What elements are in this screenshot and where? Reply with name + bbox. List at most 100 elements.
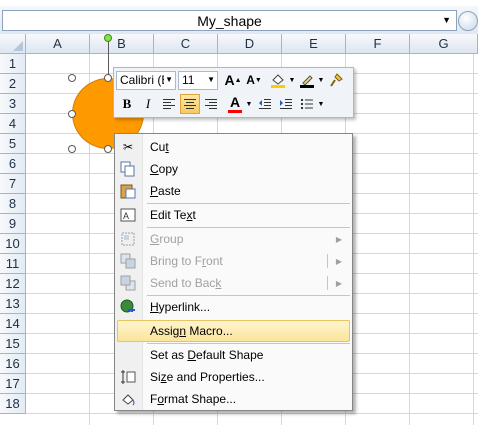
bullets-dropdown-icon[interactable]: ▼: [317, 101, 325, 108]
resize-handle-left[interactable]: [68, 110, 76, 118]
column-header-c[interactable]: C: [154, 34, 218, 54]
menu-item-cut[interactable]: ✂ Cut: [117, 136, 350, 158]
decrease-indent-icon: [259, 99, 271, 109]
row-header-1[interactable]: 1: [0, 54, 26, 74]
row-header-12[interactable]: 12: [0, 274, 26, 294]
row-header-4[interactable]: 4: [0, 114, 26, 134]
column-header-b[interactable]: B: [90, 34, 154, 54]
hyperlink-icon: [120, 299, 136, 315]
increase-indent-button[interactable]: [276, 94, 296, 114]
name-box[interactable]: My_shape ▼: [2, 10, 457, 31]
mini-toolbar: Calibri (E ▼ 11 ▼ A▲ A▼ ▼ ▼ B I: [113, 67, 354, 118]
fill-color-dropdown-icon[interactable]: ▼: [288, 77, 296, 84]
resize-handle-top-left[interactable]: [68, 74, 76, 82]
menu-item-copy[interactable]: Copy: [117, 158, 350, 180]
row-header-17[interactable]: 17: [0, 374, 26, 394]
row-header-10[interactable]: 10: [0, 234, 26, 254]
font-color-icon: A: [229, 94, 241, 110]
name-box-dropdown-icon[interactable]: ▼: [442, 15, 451, 25]
row-header-13[interactable]: 13: [0, 294, 26, 314]
chevron-down-icon[interactable]: ▼: [207, 75, 215, 84]
menu-item-paste[interactable]: Paste: [117, 180, 350, 202]
row-header-15[interactable]: 15: [0, 334, 26, 354]
align-right-button[interactable]: [201, 94, 221, 114]
row-header-18[interactable]: 18: [0, 394, 26, 414]
align-left-icon: [163, 99, 175, 109]
column-header-e[interactable]: E: [282, 34, 346, 54]
line-color-button[interactable]: [297, 70, 317, 90]
row-header-2[interactable]: 2: [0, 74, 26, 94]
increase-indent-icon: [280, 99, 292, 109]
format-shape-icon: [120, 391, 136, 407]
bullets-icon: [301, 99, 313, 109]
row-header-3[interactable]: 3: [0, 94, 26, 114]
align-center-icon: [184, 99, 196, 109]
rotation-connector: [108, 38, 109, 78]
edit-text-icon: A: [120, 207, 136, 223]
select-all-corner[interactable]: [0, 34, 26, 54]
font-color-dropdown-icon[interactable]: ▼: [245, 101, 253, 108]
align-center-button[interactable]: [180, 94, 200, 114]
name-box-value: My_shape: [197, 12, 262, 29]
menu-item-size-and-properties[interactable]: Size and Properties...: [117, 366, 350, 388]
chevron-down-icon[interactable]: ▼: [165, 75, 173, 84]
decrease-indent-button[interactable]: [255, 94, 275, 114]
scissors-icon: ✂: [122, 140, 134, 154]
font-color-swatch: [228, 110, 242, 113]
row-header-8[interactable]: 8: [0, 194, 26, 214]
row-header-11[interactable]: 11: [0, 254, 26, 274]
size-properties-icon: [120, 369, 136, 385]
menu-item-hyperlink[interactable]: Hyperlink...: [117, 296, 350, 318]
row-header-9[interactable]: 9: [0, 214, 26, 234]
bold-button[interactable]: B: [117, 94, 137, 114]
submenu-arrow-icon: ▶: [335, 278, 342, 288]
font-color-button[interactable]: A: [225, 94, 245, 114]
menu-item-assign-macro[interactable]: Assign Macro...: [117, 320, 350, 342]
menu-item-format-shape[interactable]: Format Shape...: [117, 388, 350, 410]
split-separator: [327, 276, 328, 290]
menu-item-send-to-back[interactable]: Send to Back ▶: [117, 272, 350, 294]
bring-to-front-icon: [120, 253, 136, 269]
submenu-arrow-icon: ▶: [335, 234, 342, 244]
gridline: [473, 54, 474, 425]
row-header-7[interactable]: 7: [0, 174, 26, 194]
grow-font-button[interactable]: A ▲: [223, 70, 243, 90]
row-header-14[interactable]: 14: [0, 314, 26, 334]
row-header-16[interactable]: 16: [0, 354, 26, 374]
shrink-font-button[interactable]: A ▼: [244, 70, 264, 90]
font-size-combo[interactable]: 11 ▼: [178, 70, 218, 90]
menu-item-set-as-default-shape[interactable]: Set as Default Shape: [117, 344, 350, 366]
menu-item-bring-to-front[interactable]: Bring to Front ▶: [117, 250, 350, 272]
submenu-arrow-icon: ▶: [335, 256, 342, 266]
font-name-combo[interactable]: Calibri (E ▼: [116, 70, 176, 90]
column-header-a[interactable]: A: [26, 34, 90, 54]
column-header-d[interactable]: D: [218, 34, 282, 54]
column-header-g[interactable]: G: [410, 34, 478, 54]
align-right-icon: [205, 99, 217, 109]
row-header-5[interactable]: 5: [0, 134, 26, 154]
resize-handle-bottom-left[interactable]: [68, 145, 76, 153]
format-painter-button[interactable]: [326, 70, 346, 90]
format-painter-icon: [330, 73, 343, 87]
menu-item-edit-text[interactable]: A Edit Text: [117, 204, 350, 226]
italic-button[interactable]: I: [138, 94, 158, 114]
grow-font-icon: A: [224, 72, 235, 88]
svg-text:A: A: [123, 211, 129, 221]
resize-handle-top[interactable]: [104, 74, 112, 82]
column-header-f[interactable]: F: [346, 34, 410, 54]
align-left-button[interactable]: [159, 94, 179, 114]
resize-handle-bottom[interactable]: [104, 145, 112, 153]
paste-icon: [120, 183, 136, 199]
paint-bucket-icon: [271, 74, 285, 88]
bullets-button[interactable]: [297, 94, 317, 114]
name-box-bar: My_shape ▼: [0, 6, 478, 34]
row-header-6[interactable]: 6: [0, 154, 26, 174]
line-color-dropdown-icon[interactable]: ▼: [317, 77, 325, 84]
send-to-back-icon: [120, 275, 136, 291]
expand-formula-bar-button[interactable]: [458, 11, 478, 31]
gridline: [409, 54, 410, 425]
rotation-handle[interactable]: [104, 34, 112, 42]
copy-icon: [120, 161, 136, 177]
fill-color-button[interactable]: [268, 70, 288, 90]
menu-item-group[interactable]: Group ▶: [117, 228, 350, 250]
